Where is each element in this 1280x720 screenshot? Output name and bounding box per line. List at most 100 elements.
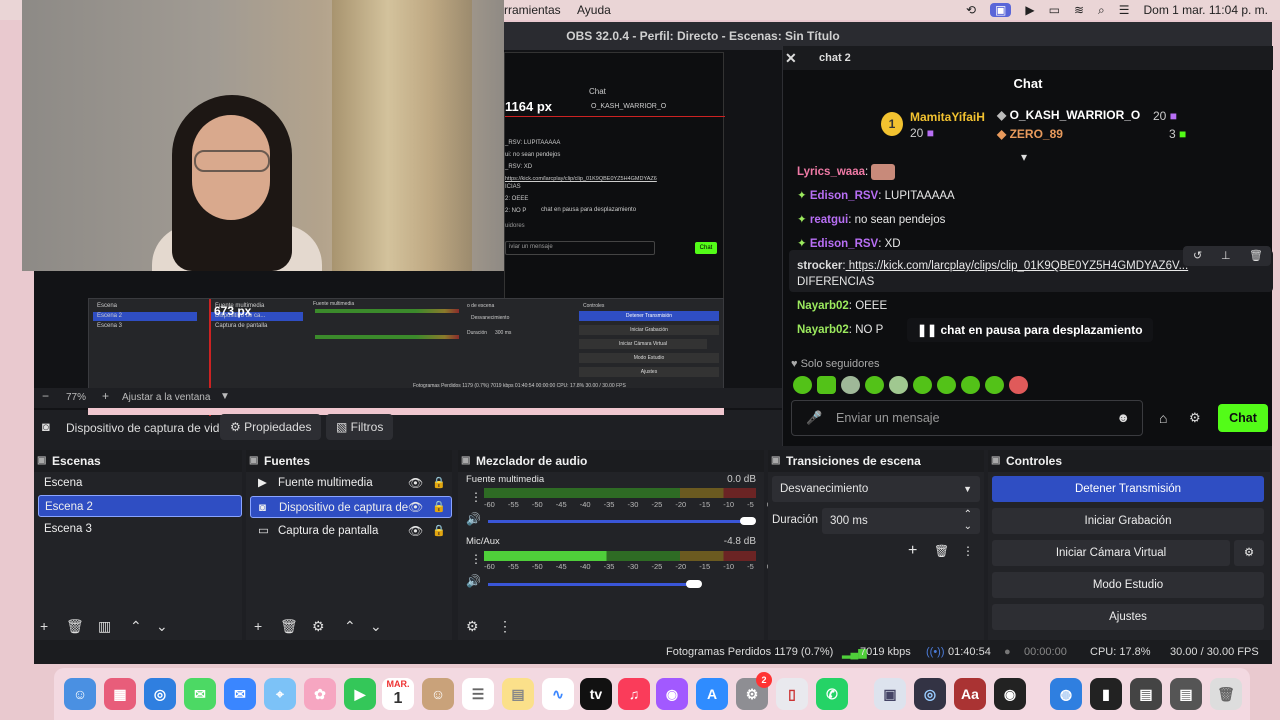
settings-icon[interactable]: ⚙ <box>466 618 479 635</box>
visibility-icon[interactable]: 👁 <box>408 476 423 490</box>
control-center-icon[interactable]: ☰ <box>1119 3 1130 17</box>
collapse-icon[interactable]: ▾ <box>1021 150 1027 164</box>
freeform-icon[interactable]: ∿ <box>542 678 574 710</box>
emote-icon[interactable] <box>889 376 908 394</box>
settings-icon[interactable]: ⚙ 2 <box>736 672 772 710</box>
volume-slider[interactable] <box>488 583 698 586</box>
play-icon[interactable]: ▶ <box>1025 3 1034 17</box>
filter-icon[interactable]: ▥ <box>98 618 111 635</box>
studio-mode-button[interactable]: Modo Estudio <box>992 572 1264 598</box>
menu-tools[interactable]: rramientas <box>504 3 561 17</box>
volume-knob[interactable] <box>686 580 702 588</box>
trash-icon[interactable]: 🗑 <box>1210 678 1242 710</box>
facetime-icon[interactable]: ▶ <box>344 678 376 710</box>
whatsapp-icon[interactable]: ✆ <box>816 678 848 710</box>
search-icon[interactable]: ⌕ <box>1098 3 1105 18</box>
battery-icon[interactable]: ▭ <box>1049 3 1060 17</box>
chat-username[interactable]: Nayarb02 <box>797 300 849 312</box>
wifi-icon[interactable]: ≋ <box>1074 3 1084 17</box>
maps-icon[interactable]: ⌖ <box>264 678 296 710</box>
preview-icon[interactable]: ▣ <box>874 678 906 710</box>
speaker-icon[interactable]: 🔊 <box>466 512 481 526</box>
music-icon[interactable]: ♫ <box>618 678 650 710</box>
duration-spinbox[interactable]: 300 ms ⌃ ⌄ <box>822 508 980 534</box>
virtual-camera-button[interactable]: Iniciar Cámara Virtual <box>992 540 1230 566</box>
emote-icon[interactable] <box>841 376 860 394</box>
fit-window-select[interactable]: Ajustar a la ventana <box>122 392 210 403</box>
lock-icon[interactable]: 🔒 <box>432 524 446 537</box>
folder-icon[interactable]: ▮ <box>1090 678 1122 710</box>
trash-icon[interactable]: 🗑 <box>934 544 949 558</box>
gear-icon[interactable]: ⚙ <box>312 618 325 635</box>
reply-icon[interactable]: ↺ <box>1193 249 1202 262</box>
transition-select[interactable]: Desvanecimiento ▼ <box>772 476 980 502</box>
chat-username[interactable]: Nayarb02 <box>797 324 849 336</box>
emote-icon[interactable] <box>817 376 836 394</box>
chat-username[interactable]: reatgui <box>810 214 848 226</box>
chat-username[interactable]: Lyrics_waaa <box>797 166 865 178</box>
send-chat-button[interactable]: Chat <box>1218 404 1268 432</box>
properties-button[interactable]: ⚙ Propiedades <box>220 414 322 440</box>
photos-icon[interactable]: ✿ <box>304 678 336 710</box>
add-icon[interactable]: + <box>40 618 48 634</box>
menu-help[interactable]: Ayuda <box>577 3 611 17</box>
emote-icon[interactable] <box>937 376 956 394</box>
finder-icon[interactable]: ☺ <box>64 678 96 710</box>
mic-icon[interactable]: 🎤 <box>806 410 822 426</box>
lock-icon[interactable]: 🔒 <box>432 476 446 489</box>
close-icon[interactable]: ✕ <box>785 50 797 67</box>
settings-button[interactable]: Ajustes <box>992 604 1264 630</box>
appletv-icon[interactable]: tv <box>580 678 612 710</box>
emote-icon[interactable] <box>865 376 884 394</box>
visibility-icon[interactable]: 👁 <box>408 500 423 514</box>
emote-icon[interactable] <box>1009 376 1028 394</box>
screen-capture-icon[interactable]: ◎ <box>914 678 946 710</box>
move-up-icon[interactable]: ⌃ <box>130 618 142 635</box>
move-up-icon[interactable]: ⌃ <box>344 618 356 635</box>
chevron-down-icon[interactable]: ⌄ <box>964 514 972 540</box>
virtual-camera-settings-button[interactable]: ⚙ <box>1234 540 1264 566</box>
launchpad-icon[interactable]: ▦ <box>104 678 136 710</box>
window-thumbnail[interactable]: ▤ <box>1170 678 1202 710</box>
emote-icon[interactable] <box>985 376 1004 394</box>
speaker-icon[interactable]: 🔊 <box>466 574 481 588</box>
scene-item[interactable]: Escena <box>38 472 238 494</box>
sync-icon[interactable]: ⟲ <box>966 3 976 17</box>
add-icon[interactable]: + <box>254 618 262 634</box>
chat-paused-banner[interactable]: ❚❚ chat en pausa para desplazamiento <box>907 318 1153 342</box>
kebab-menu-icon[interactable]: ⋮ <box>470 552 482 566</box>
chat-input[interactable]: 🎤 Enviar un mensaje ☻ <box>791 400 1143 436</box>
chevron-down-icon[interactable]: ▼ <box>220 391 230 402</box>
stop-stream-button[interactable]: Detener Transmisión <box>992 476 1264 502</box>
emote-icon[interactable] <box>913 376 932 394</box>
filters-button[interactable]: ▧ Filtros <box>326 414 394 440</box>
zoom-in-button[interactable]: + <box>102 389 109 403</box>
podcasts-icon[interactable]: ◉ <box>656 678 688 710</box>
safari-icon[interactable]: ◎ <box>144 678 176 710</box>
notes-icon[interactable]: ▤ <box>502 678 534 710</box>
contacts-icon[interactable]: ☺ <box>422 678 454 710</box>
trash-icon[interactable]: 🗑 <box>280 618 298 635</box>
scene-item[interactable]: Escena 3 <box>38 518 238 540</box>
messages-icon[interactable]: ✉ <box>184 678 216 710</box>
volume-knob[interactable] <box>740 517 756 525</box>
dictionary-icon[interactable]: Aa <box>954 678 986 710</box>
obs-icon[interactable]: ◉ <box>994 678 1026 710</box>
scene-item-selected[interactable]: Escena 2 <box>38 495 242 517</box>
kebab-menu-icon[interactable]: ⋮ <box>962 544 974 558</box>
move-down-icon[interactable]: ⌄ <box>370 618 382 635</box>
reminders-icon[interactable]: ☰ <box>462 678 494 710</box>
move-down-icon[interactable]: ⌄ <box>156 618 168 635</box>
visibility-icon[interactable]: 👁 <box>408 524 423 538</box>
trash-icon[interactable]: 🗑 <box>1249 249 1263 262</box>
emote-icon[interactable] <box>961 376 980 394</box>
gear-icon[interactable]: ⚙ <box>1189 410 1201 426</box>
calendar-icon[interactable]: MAR. 1 <box>382 678 414 710</box>
clock-text[interactable]: Dom 1 mar. 11:04 p. m. <box>1144 3 1269 17</box>
add-icon[interactable]: + <box>908 542 917 560</box>
chat-username[interactable]: strocker <box>797 260 842 272</box>
emote-icon[interactable] <box>793 376 812 394</box>
zoom-out-button[interactable]: − <box>42 389 49 403</box>
mail-icon[interactable]: ✉ <box>224 678 256 710</box>
lock-icon[interactable]: 🔒 <box>432 500 446 513</box>
